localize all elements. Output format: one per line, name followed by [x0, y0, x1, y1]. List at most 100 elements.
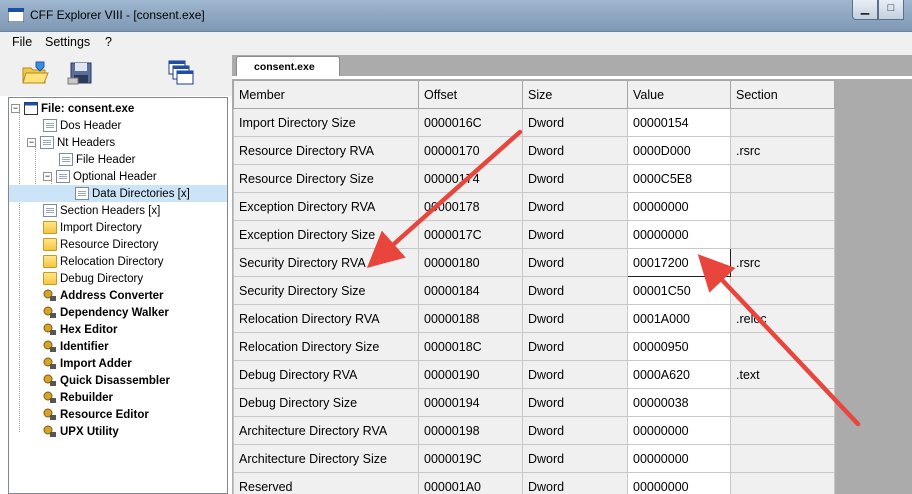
cell-offset[interactable]: 0000019C — [418, 444, 523, 473]
cell-value[interactable]: 00017200 — [627, 248, 731, 277]
cell-value[interactable]: 00000000 — [627, 220, 731, 249]
tree-item-file-header[interactable]: File Header — [59, 151, 135, 168]
cell-offset[interactable]: 0000017C — [418, 220, 523, 249]
cell-section[interactable] — [730, 388, 835, 417]
table-row[interactable]: Architecture Directory Size 0000019C Dword… — [233, 444, 835, 473]
cell-section[interactable] — [730, 164, 835, 193]
cell-offset[interactable]: 0000018C — [418, 332, 523, 361]
cell-value[interactable]: 00000950 — [627, 332, 731, 361]
cell-section[interactable]: .rsrc — [730, 136, 835, 165]
cell-offset[interactable]: 00000178 — [418, 192, 523, 221]
cell-offset[interactable]: 00000198 — [418, 416, 523, 445]
cell-offset[interactable]: 00000180 — [418, 248, 523, 277]
cell-size[interactable]: Dword — [522, 248, 628, 277]
cell-size[interactable]: Dword — [522, 192, 628, 221]
tree-item-resource-directory[interactable]: Resource Directory — [43, 236, 158, 253]
cell-value[interactable]: 00000000 — [627, 472, 731, 494]
cell-member[interactable]: Architecture Directory Size — [233, 444, 419, 473]
cell-size[interactable]: Dword — [522, 164, 628, 193]
table-row[interactable]: Relocation Directory Size 0000018C Dword 00… — [233, 332, 835, 361]
cell-value[interactable]: 00000038 — [627, 388, 731, 417]
cell-size[interactable]: Dword — [522, 332, 628, 361]
cell-offset[interactable]: 0000016C — [418, 108, 523, 137]
cell-section[interactable] — [730, 444, 835, 473]
cell-member[interactable]: Reserved — [233, 472, 419, 494]
cell-section[interactable]: .reloc — [730, 304, 835, 333]
cell-size[interactable]: Dword — [522, 388, 628, 417]
tree-item-debug-directory[interactable]: Debug Directory — [43, 270, 143, 287]
tree-root-file[interactable]: − File: consent.exe — [11, 100, 134, 117]
cell-member[interactable]: Debug Directory Size — [233, 388, 419, 417]
collapse-icon[interactable]: − — [43, 172, 52, 181]
cell-section[interactable] — [730, 416, 835, 445]
tree-item-import-directory[interactable]: Import Directory — [43, 219, 142, 236]
table-row[interactable]: Import Directory Size 0000016C Dword 000001… — [233, 108, 835, 137]
table-row[interactable]: Reserved 000001A0 Dword 00000000 — [233, 472, 835, 494]
cell-value[interactable]: 0000C5E8 — [627, 164, 731, 193]
cell-offset[interactable]: 000001A0 — [418, 472, 523, 494]
column-header-size[interactable]: Size — [522, 80, 628, 109]
table-row[interactable]: Resource Directory Size 00000174 Dword 0000… — [233, 164, 835, 193]
cell-value[interactable]: 0000A620 — [627, 360, 731, 389]
cell-value[interactable]: 00000000 — [627, 192, 731, 221]
table-row[interactable]: Exception Directory Size 0000017C Dword 000… — [233, 220, 835, 249]
column-header-value[interactable]: Value — [627, 80, 731, 109]
cell-member[interactable]: Resource Directory RVA — [233, 136, 419, 165]
cell-member[interactable]: Security Directory RVA — [233, 248, 419, 277]
cell-size[interactable]: Dword — [522, 304, 628, 333]
tree-item-optional-header[interactable]: − Optional Header — [43, 168, 157, 185]
tool-identifier[interactable]: Identifier — [43, 338, 109, 355]
cell-size[interactable]: Dword — [522, 220, 628, 249]
cell-section[interactable] — [730, 220, 835, 249]
save-disk-icon[interactable] — [66, 58, 96, 88]
windows-icon[interactable] — [166, 58, 196, 88]
cell-member[interactable]: Exception Directory RVA — [233, 192, 419, 221]
cell-size[interactable]: Dword — [522, 276, 628, 305]
cell-member[interactable]: Debug Directory RVA — [233, 360, 419, 389]
cell-value[interactable]: 0000D000 — [627, 136, 731, 165]
column-header-section[interactable]: Section — [730, 80, 835, 109]
cell-section[interactable]: .rsrc — [730, 248, 835, 277]
cell-member[interactable]: Architecture Directory RVA — [233, 416, 419, 445]
collapse-icon[interactable]: − — [27, 138, 36, 147]
tool-quick-disassembler[interactable]: Quick Disassembler — [43, 372, 170, 389]
tool-dependency-walker[interactable]: Dependency Walker — [43, 304, 169, 321]
cell-member[interactable]: Relocation Directory RVA — [233, 304, 419, 333]
cell-size[interactable]: Dword — [522, 108, 628, 137]
cell-section[interactable] — [730, 192, 835, 221]
table-row[interactable]: Security Directory RVA 00000180 Dword 00017… — [233, 248, 835, 277]
cell-member[interactable]: Relocation Directory Size — [233, 332, 419, 361]
cell-section[interactable]: .text — [730, 360, 835, 389]
cell-offset[interactable]: 00000184 — [418, 276, 523, 305]
tool-hex-editor[interactable]: Hex Editor — [43, 321, 118, 338]
table-row[interactable]: Exception Directory RVA 00000178 Dword 0000… — [233, 192, 835, 221]
cell-size[interactable]: Dword — [522, 360, 628, 389]
cell-offset[interactable]: 00000174 — [418, 164, 523, 193]
tool-rebuilder[interactable]: Rebuilder — [43, 389, 113, 406]
column-header-offset[interactable]: Offset — [418, 80, 523, 109]
tab-consent-exe[interactable]: consent.exe — [236, 56, 340, 77]
cell-offset[interactable]: 00000194 — [418, 388, 523, 417]
cell-member[interactable]: Exception Directory Size — [233, 220, 419, 249]
tree-item-nt-headers[interactable]: − Nt Headers — [27, 134, 115, 151]
table-row[interactable]: Architecture Directory RVA 00000198 Dword 0… — [233, 416, 835, 445]
menu-settings[interactable]: Settings — [45, 35, 90, 49]
cell-member[interactable]: Resource Directory Size — [233, 164, 419, 193]
cell-section[interactable] — [730, 108, 835, 137]
table-row[interactable]: Security Directory Size 00000184 Dword 0000… — [233, 276, 835, 305]
column-header-member[interactable]: Member — [233, 80, 419, 109]
cell-member[interactable]: Import Directory Size — [233, 108, 419, 137]
cell-offset[interactable]: 00000188 — [418, 304, 523, 333]
tool-resource-editor[interactable]: Resource Editor — [43, 406, 149, 423]
cell-offset[interactable]: 00000170 — [418, 136, 523, 165]
cell-section[interactable] — [730, 276, 835, 305]
cell-size[interactable]: Dword — [522, 416, 628, 445]
tool-import-adder[interactable]: Import Adder — [43, 355, 132, 372]
table-row[interactable]: Relocation Directory RVA 00000188 Dword 000… — [233, 304, 835, 333]
cell-value[interactable]: 00000000 — [627, 444, 731, 473]
cell-value[interactable]: 00001C50 — [627, 276, 731, 305]
cell-value[interactable]: 00000000 — [627, 416, 731, 445]
cell-member[interactable]: Security Directory Size — [233, 276, 419, 305]
cell-section[interactable] — [730, 472, 835, 494]
table-row[interactable]: Debug Directory RVA 00000190 Dword 0000A620… — [233, 360, 835, 389]
